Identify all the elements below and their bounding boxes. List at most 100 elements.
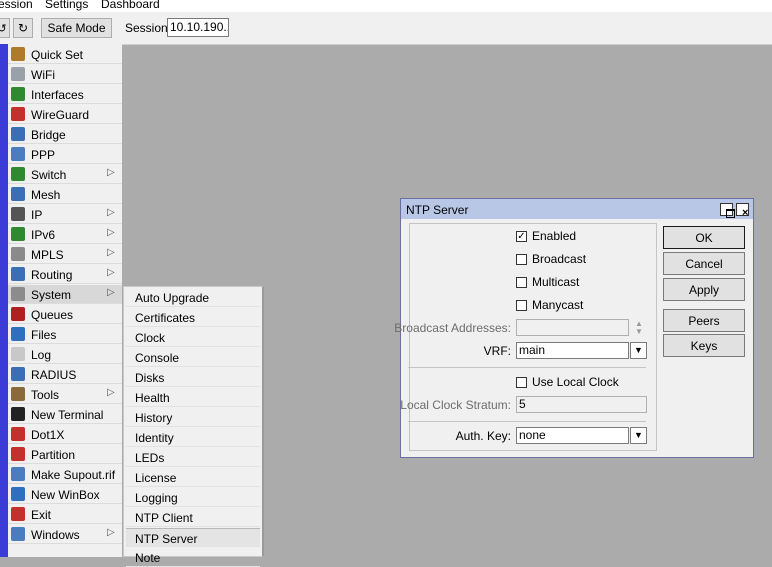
multicast-label: Multicast: [532, 275, 580, 289]
mpls-icon: [11, 247, 25, 261]
sidebar-item-label: Dot1X: [31, 428, 65, 442]
peers-button[interactable]: Peers: [663, 309, 745, 332]
menu-settings[interactable]: Settings: [45, 0, 88, 11]
submenu-item-identity[interactable]: Identity: [126, 428, 260, 447]
sidebar-item-label: MPLS: [31, 248, 64, 262]
submenu-arrow-icon: ▷: [107, 287, 115, 298]
submenu-item-label: Health: [135, 391, 170, 405]
menu-session[interactable]: ession: [0, 0, 33, 11]
sidebar-item-mpls[interactable]: MPLS ▷: [8, 245, 122, 264]
sidebar-item-label: New WinBox: [31, 488, 100, 502]
sidebar-item-new-winbox[interactable]: New WinBox: [8, 485, 122, 504]
submenu-item-note[interactable]: Note: [126, 548, 260, 567]
sidebar-item-wireguard[interactable]: WireGuard: [8, 105, 122, 124]
use-local-clock-label: Use Local Clock: [532, 375, 619, 389]
submenu-item-ntp-server[interactable]: NTP Server: [126, 528, 260, 547]
sidebar-item-exit[interactable]: Exit: [8, 505, 122, 524]
submenu-item-certificates[interactable]: Certificates: [126, 308, 260, 327]
auth-key-dropdown-button[interactable]: ▼: [630, 427, 647, 444]
dialog-titlebar[interactable]: NTP Server ×: [401, 199, 753, 219]
sidebar-item-switch[interactable]: Switch ▷: [8, 165, 122, 184]
sidebar-item-dot1x[interactable]: Dot1X: [8, 425, 122, 444]
submenu-item-console[interactable]: Console: [126, 348, 260, 367]
local-clock-stratum-input[interactable]: 5: [516, 396, 647, 413]
submenu-item-ntp-client[interactable]: NTP Client: [126, 508, 260, 527]
sidebar-item-label: RADIUS: [31, 368, 77, 382]
submenu-arrow-icon: ▷: [107, 527, 115, 538]
use-local-clock-checkbox[interactable]: [516, 377, 527, 388]
sidebar-item-interfaces[interactable]: Interfaces: [8, 85, 122, 104]
auth-key-select[interactable]: none: [516, 427, 629, 444]
dialog-title: NTP Server: [406, 203, 469, 217]
sidebar-item-tools[interactable]: Tools ▷: [8, 385, 122, 404]
keys-button[interactable]: Keys: [663, 334, 745, 357]
submenu-item-license[interactable]: License: [126, 468, 260, 487]
menu-dashboard[interactable]: Dashboard: [101, 0, 160, 11]
separator: [408, 421, 646, 422]
sidebar-item-partition[interactable]: Partition: [8, 445, 122, 464]
apply-button[interactable]: Apply: [663, 278, 745, 301]
broadcast-addresses-input[interactable]: [516, 319, 629, 336]
ok-button[interactable]: OK: [663, 226, 745, 249]
sidebar-item-mesh[interactable]: Mesh: [8, 185, 122, 204]
submenu-item-disks[interactable]: Disks: [126, 368, 260, 387]
system-submenu: Auto Upgrade Certificates Clock Console Disk…: [123, 286, 264, 567]
submenu-item-clock[interactable]: Clock: [126, 328, 260, 347]
sidebar-item-ip[interactable]: IP ▷: [8, 205, 122, 224]
auth-key-label: Auth. Key:: [455, 429, 511, 443]
multicast-checkbox[interactable]: [516, 277, 527, 288]
gear-icon: [11, 287, 25, 301]
switch-icon: [11, 167, 25, 181]
submenu-item-label: NTP Server: [135, 532, 198, 546]
sidebar-item-windows[interactable]: Windows ▷: [8, 525, 122, 544]
broadcast-label: Broadcast: [532, 252, 587, 266]
sidebar-item-bridge[interactable]: Bridge: [8, 125, 122, 144]
vrf-dropdown-button[interactable]: ▼: [630, 342, 647, 359]
safe-mode-button[interactable]: Safe Mode: [41, 18, 112, 38]
mesh-icon: [11, 187, 25, 201]
undo-button[interactable]: ↺: [0, 18, 10, 38]
sidebar-item-new-terminal[interactable]: New Terminal: [8, 405, 122, 424]
submenu-item-logging[interactable]: Logging: [126, 488, 260, 507]
manycast-checkbox[interactable]: [516, 300, 527, 311]
cancel-button[interactable]: Cancel: [663, 252, 745, 275]
submenu-item-auto-upgrade[interactable]: Auto Upgrade: [126, 288, 260, 307]
sidebar-item-ipv6[interactable]: IPv6 ▷: [8, 225, 122, 244]
submenu-item-leds[interactable]: LEDs: [126, 448, 260, 467]
submenu-item-label: Console: [135, 351, 180, 365]
submenu-item-label: License: [135, 471, 177, 485]
sidebar-item-queues[interactable]: Queues: [8, 305, 122, 324]
submenu-arrow-icon: ▷: [107, 387, 115, 398]
redo-button[interactable]: ↻: [13, 18, 33, 38]
sidebar-item-make-supout-rif[interactable]: Make Supout.rif: [8, 465, 122, 484]
sidebar-item-label: WiFi: [31, 68, 55, 82]
sidebar-item-label: Switch: [31, 168, 67, 182]
sidebar-item-label: WireGuard: [31, 108, 90, 122]
enabled-checkbox[interactable]: ✓: [516, 231, 527, 242]
close-button[interactable]: ×: [736, 203, 749, 219]
spinner-icon[interactable]: ▲ ▼: [633, 320, 645, 337]
submenu-item-label: NTP Client: [135, 511, 193, 525]
sidebar-item-label: Exit: [31, 508, 52, 522]
sidebar-item-ppp[interactable]: PPP: [8, 145, 122, 164]
submenu-item-history[interactable]: History: [126, 408, 260, 427]
submenu-item-label: Certificates: [135, 311, 196, 325]
sidebar-item-files[interactable]: Files: [8, 325, 122, 344]
maximize-icon: [726, 209, 735, 218]
vrf-select[interactable]: main: [516, 342, 629, 359]
sidebar-item-wifi[interactable]: WiFi: [8, 65, 122, 84]
sidebar-item-log[interactable]: Log: [8, 345, 122, 364]
dot1x-icon: [11, 427, 25, 441]
sidebar-item-system[interactable]: System ▷: [8, 285, 122, 304]
tools-icon: [11, 387, 25, 401]
maximize-button[interactable]: [720, 203, 735, 218]
sidebar-item-quick-set[interactable]: Quick Set: [8, 45, 122, 64]
session-input[interactable]: 10.10.190.1: [167, 18, 229, 37]
sidebar-item-radius[interactable]: RADIUS: [8, 365, 122, 384]
submenu-item-health[interactable]: Health: [126, 388, 260, 407]
log-icon: [11, 347, 25, 361]
broadcast-checkbox[interactable]: [516, 254, 527, 265]
close-icon: ×: [742, 207, 749, 219]
sidebar-item-routing[interactable]: Routing ▷: [8, 265, 122, 284]
folder-icon: [11, 327, 25, 341]
